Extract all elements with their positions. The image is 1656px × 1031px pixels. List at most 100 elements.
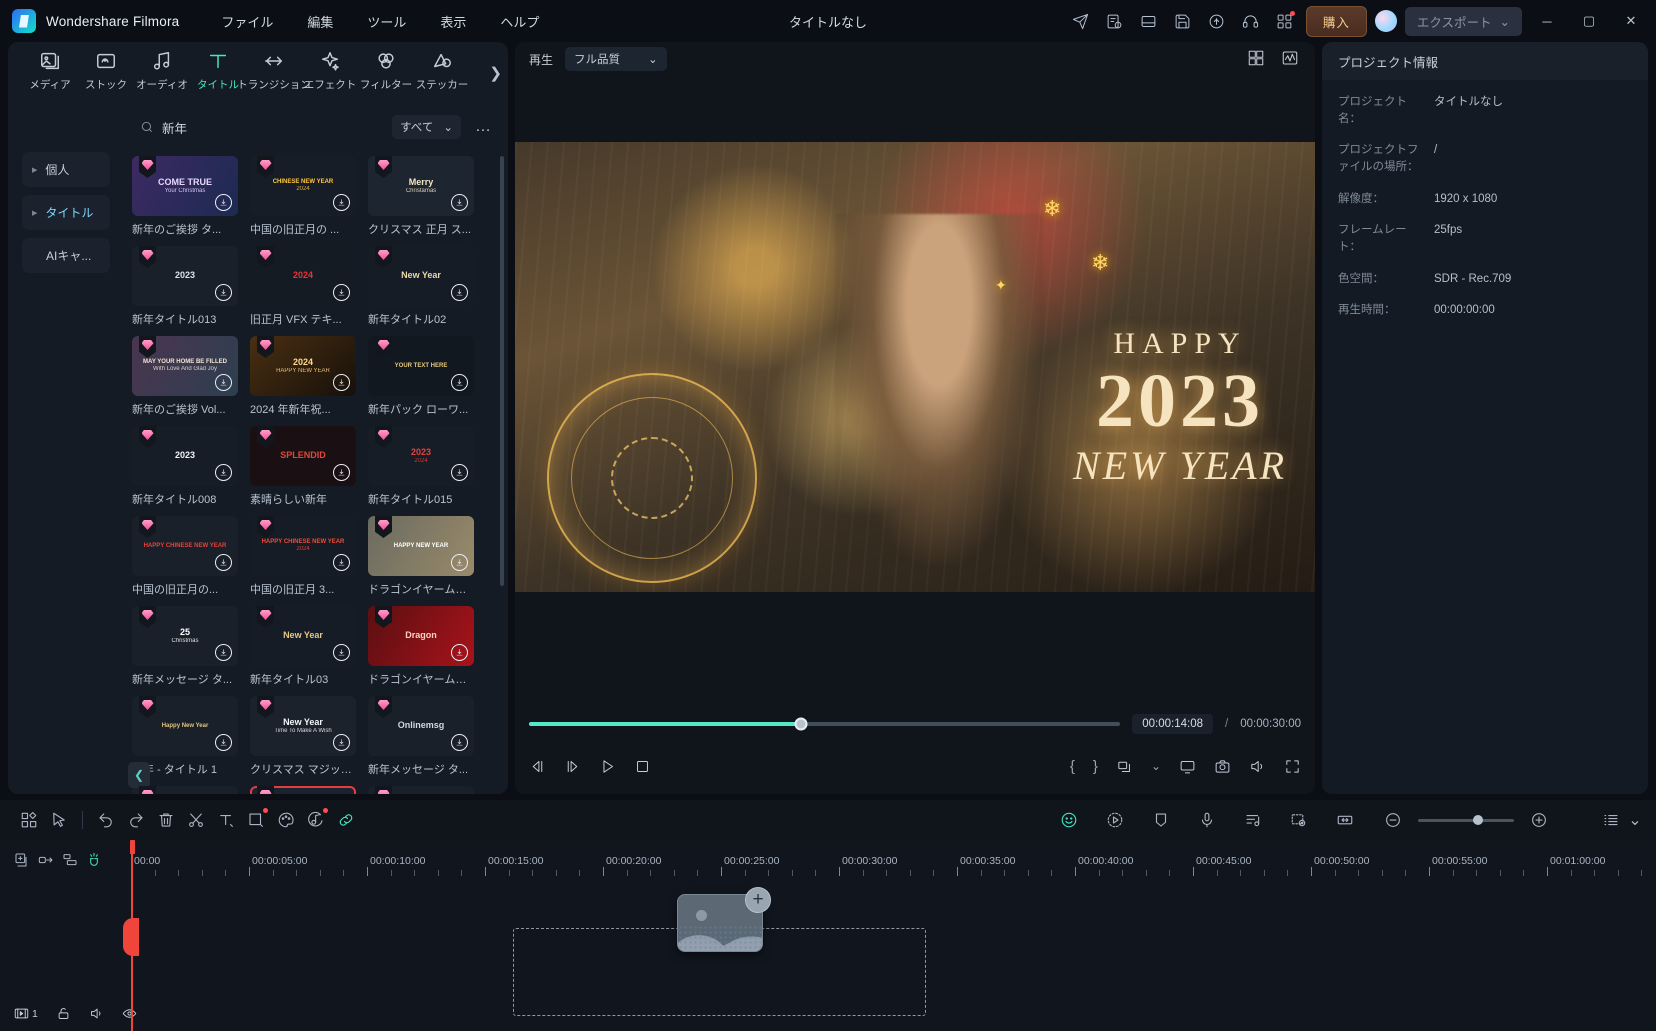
- template-card[interactable]: 2023 新年タイトル008: [132, 426, 238, 507]
- download-icon[interactable]: [451, 194, 468, 211]
- menu-tools[interactable]: ツール: [363, 9, 410, 34]
- category-personal[interactable]: ▶ 個人: [22, 152, 110, 187]
- template-thumbnail[interactable]: 2024 HAPPY NEW YEAR: [250, 336, 356, 396]
- video-track-icon[interactable]: 1: [14, 1006, 38, 1021]
- headset-icon[interactable]: [1238, 8, 1264, 34]
- chevron-down-icon[interactable]: ⌄: [1151, 759, 1161, 773]
- cloud-icon[interactable]: [1204, 8, 1230, 34]
- tab-effect[interactable]: エフェクト: [302, 50, 358, 92]
- template-card[interactable]: DEAR FRIENDS新年のご挨拶 タ...: [132, 786, 238, 794]
- template-card[interactable]: COME TRUE Your Christmas 新年のご挨拶 タ...: [132, 156, 238, 237]
- template-card[interactable]: 2023 新年タイトル013: [132, 246, 238, 327]
- template-thumbnail[interactable]: New Year Time To Make A Wish: [250, 696, 356, 756]
- tab-transition[interactable]: トランジション: [237, 50, 311, 92]
- next-frame-icon[interactable]: [564, 758, 581, 775]
- template-thumbnail[interactable]: MAY YOUR HOME BE FILLED With Love And Gla…: [132, 336, 238, 396]
- template-thumbnail[interactable]: Happy New Year: [132, 696, 238, 756]
- color-icon[interactable]: [271, 805, 301, 835]
- video-stage[interactable]: ❄ ❄ ✦ HAPPY 2023 NEW YEAR: [515, 142, 1315, 592]
- zoom-in-icon[interactable]: [1524, 805, 1554, 835]
- fit-icon[interactable]: [1330, 805, 1360, 835]
- template-card[interactable]: SPLENDID 素晴らしい新年: [250, 426, 356, 507]
- download-icon[interactable]: [333, 554, 350, 571]
- zoom-out-icon[interactable]: [1378, 805, 1408, 835]
- tabs-next-icon[interactable]: ❯: [489, 64, 502, 82]
- download-icon[interactable]: [451, 734, 468, 751]
- maximize-button[interactable]: ▢: [1572, 6, 1606, 36]
- download-icon[interactable]: [215, 374, 232, 391]
- menu-file[interactable]: ファイル: [217, 9, 277, 34]
- ai-audio-icon[interactable]: [301, 805, 331, 835]
- template-card[interactable]: New Year 新年タイトル03: [250, 606, 356, 687]
- template-thumbnail[interactable]: SPLENDID: [250, 426, 356, 486]
- template-thumbnail[interactable]: 2023: [132, 426, 238, 486]
- link-track-icon[interactable]: [38, 852, 54, 873]
- tab-audio[interactable]: オーディオ: [134, 50, 190, 92]
- template-thumbnail[interactable]: HAPPY CHINESE NEW YEAR: [132, 516, 238, 576]
- download-icon[interactable]: [215, 194, 232, 211]
- save-icon[interactable]: [1170, 8, 1196, 34]
- buy-button[interactable]: 購入: [1305, 5, 1367, 37]
- volume-icon[interactable]: [1249, 758, 1266, 775]
- notes-icon[interactable]: [1102, 8, 1128, 34]
- template-card[interactable]: CHINESE NEW YEAR 2024 中国の旧正月の ...: [250, 156, 356, 237]
- speed-icon[interactable]: [1100, 805, 1130, 835]
- marker-icon[interactable]: [1146, 805, 1176, 835]
- search-input[interactable]: [162, 120, 342, 134]
- template-card[interactable]: New Year 新年タイトル02: [368, 246, 474, 327]
- download-icon[interactable]: [451, 374, 468, 391]
- mute-icon[interactable]: [89, 1006, 104, 1021]
- template-card[interactable]: 2024 HAPPY NEW YEAR 2024 年新年祝...: [250, 336, 356, 417]
- template-card[interactable]: HAPPY CHINESE NEW YEAR 中国の旧正月の...: [132, 516, 238, 597]
- link-icon[interactable]: [331, 805, 361, 835]
- mic-icon[interactable]: [1192, 805, 1222, 835]
- layer-icon[interactable]: [62, 852, 78, 873]
- mark-out-icon[interactable]: }: [1093, 758, 1098, 775]
- emoji-icon[interactable]: [1054, 805, 1084, 835]
- template-card[interactable]: 25 Christmas 新年メッセージ タ...: [132, 606, 238, 687]
- list-view-icon[interactable]: [1596, 805, 1626, 835]
- template-thumbnail[interactable]: 25 Christmas: [132, 606, 238, 666]
- split-icon[interactable]: [181, 805, 211, 835]
- lock-icon[interactable]: [56, 1006, 71, 1021]
- undo-icon[interactable]: [91, 805, 121, 835]
- download-icon[interactable]: [333, 734, 350, 751]
- chevron-down-icon[interactable]: ⌄: [1626, 805, 1644, 835]
- layout-icon[interactable]: [1136, 8, 1162, 34]
- template-thumbnail[interactable]: Onlinemsg: [368, 696, 474, 756]
- keyframe-icon[interactable]: [1284, 805, 1314, 835]
- send-icon[interactable]: [1068, 8, 1094, 34]
- mark-in-icon[interactable]: {: [1070, 758, 1075, 775]
- seek-handle[interactable]: [794, 717, 808, 731]
- template-thumbnail[interactable]: 2023 2024: [368, 426, 474, 486]
- download-icon[interactable]: [333, 194, 350, 211]
- download-icon[interactable]: [451, 554, 468, 571]
- template-card[interactable]: HAPPY NEW YEAR ドラゴンイヤームービ...: [368, 516, 474, 597]
- download-icon[interactable]: [333, 374, 350, 391]
- add-media-badge[interactable]: +: [745, 887, 771, 913]
- minimize-button[interactable]: ─: [1530, 6, 1564, 36]
- category-ai[interactable]: AIキャ...: [22, 238, 110, 273]
- download-icon[interactable]: [215, 284, 232, 301]
- template-thumbnail[interactable]: 2022: [368, 786, 474, 794]
- text-icon[interactable]: [211, 805, 241, 835]
- menu-view[interactable]: 表示: [436, 9, 470, 34]
- play-icon[interactable]: [599, 758, 616, 775]
- template-thumbnail[interactable]: HAPPY CHINESE NEW YEAR 2024: [250, 516, 356, 576]
- template-thumbnail[interactable]: CHINESE NEW YEAR 2024: [250, 156, 356, 216]
- download-icon[interactable]: [333, 284, 350, 301]
- download-icon[interactable]: [333, 464, 350, 481]
- template-thumbnail[interactable]: New Year: [368, 246, 474, 306]
- template-thumbnail[interactable]: YOUR TEXT HERE: [368, 336, 474, 396]
- timeline-ruler[interactable]: 00:00 00:00:05:00 00:00:10:00 00:00:15:00 00…: [131, 848, 1656, 878]
- filter-dropdown[interactable]: すべて ⌄: [392, 115, 461, 139]
- menu-help[interactable]: ヘルプ: [496, 9, 543, 34]
- download-icon[interactable]: [215, 734, 232, 751]
- template-thumbnail[interactable]: HAPPY NEW YEAR: [368, 516, 474, 576]
- audio-mix-icon[interactable]: [1238, 805, 1268, 835]
- download-icon[interactable]: [333, 644, 350, 661]
- template-thumbnail[interactable]: Merry Christamas: [368, 156, 474, 216]
- playhead[interactable]: [123, 840, 139, 1031]
- cursor-icon[interactable]: [44, 805, 74, 835]
- seek-bar[interactable]: [529, 717, 1121, 731]
